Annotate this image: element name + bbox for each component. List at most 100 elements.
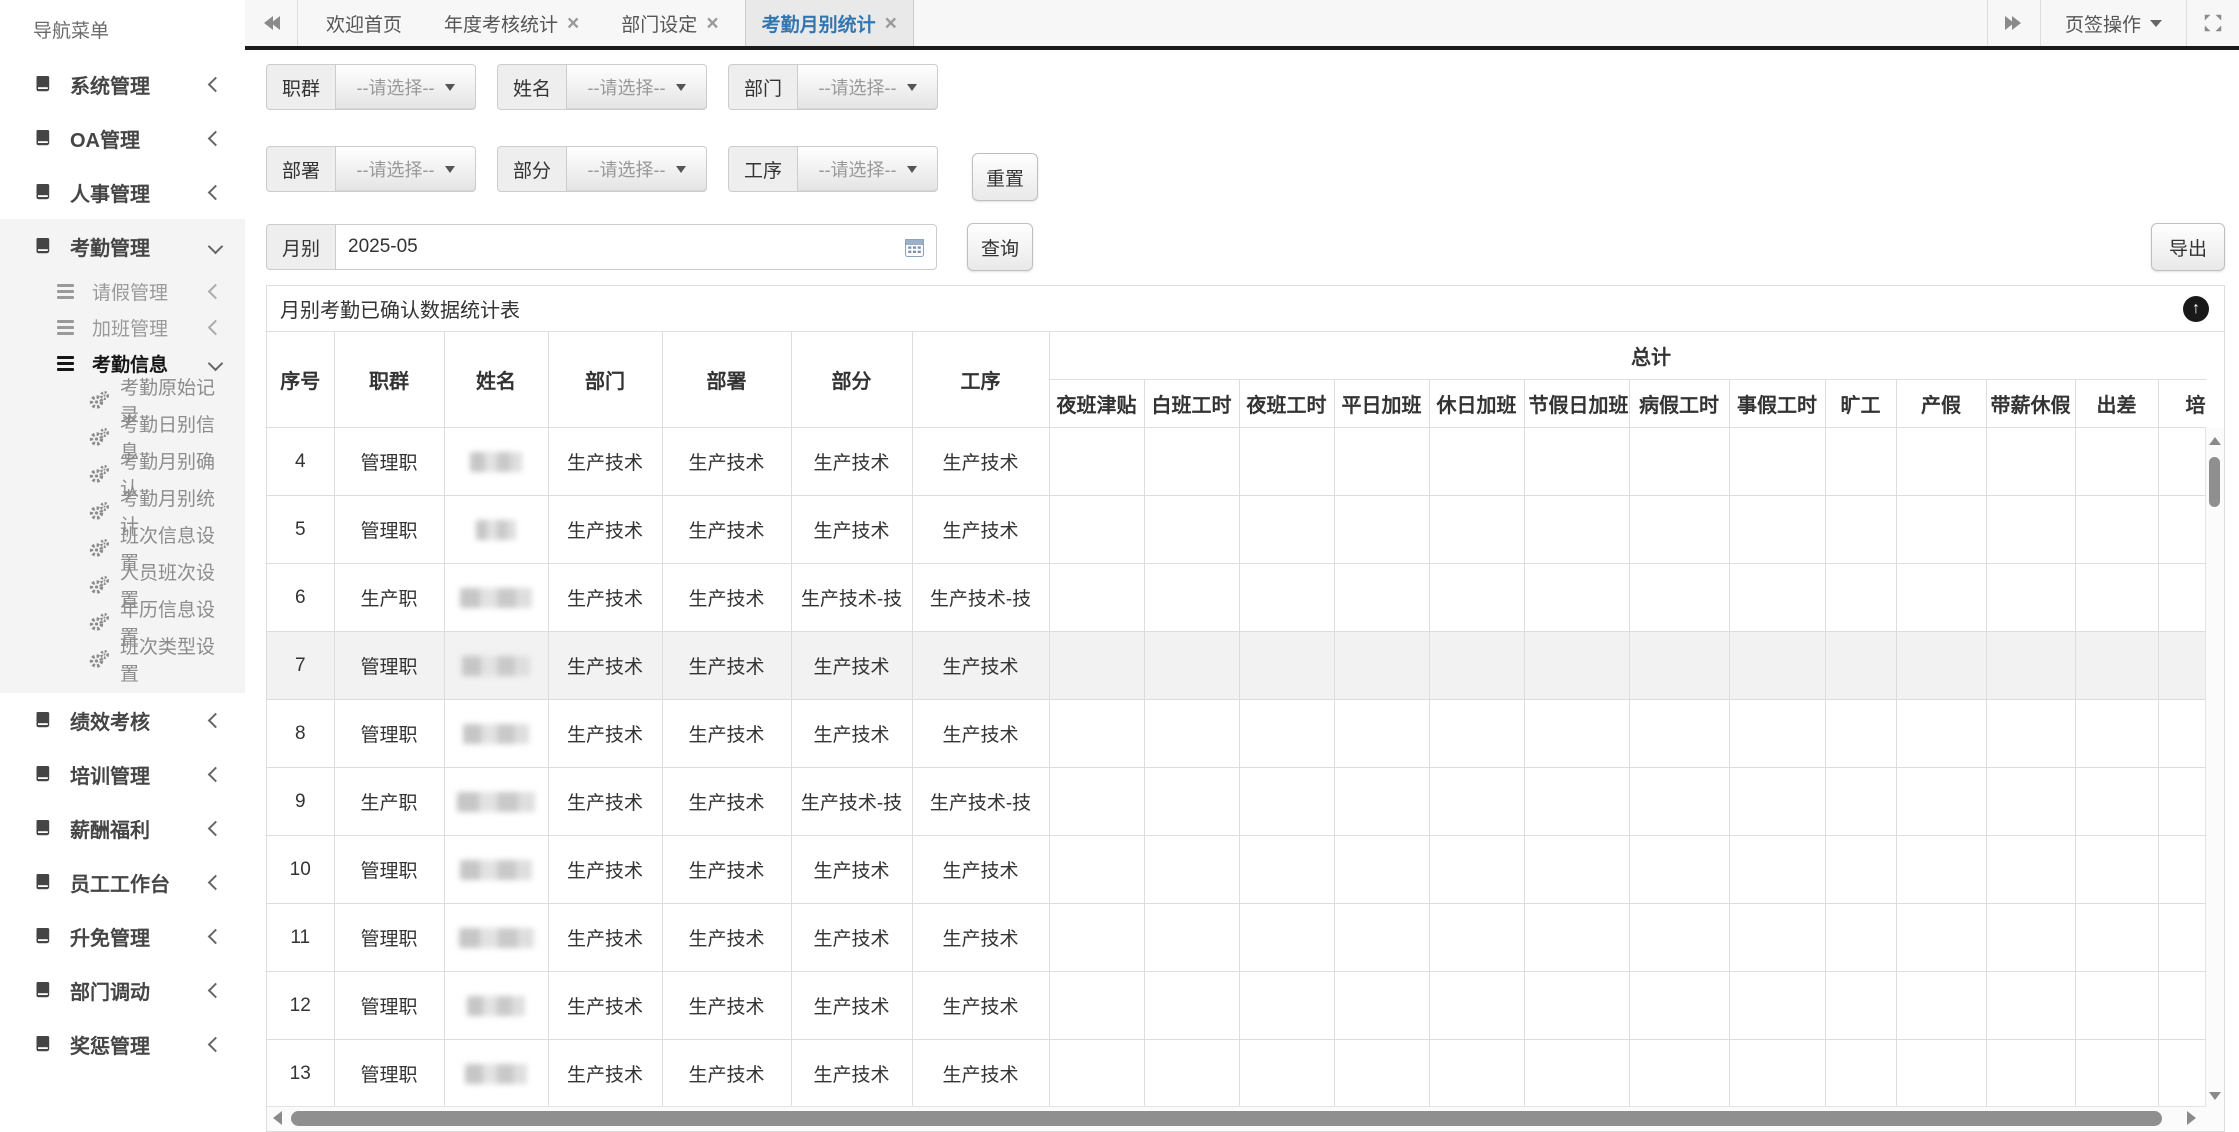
section-select[interactable]: --请选择-- <box>567 146 707 192</box>
name-select[interactable]: --请选择-- <box>567 64 707 110</box>
chevron-down-icon <box>445 166 455 173</box>
cell-value <box>1629 972 1729 1040</box>
cell-value <box>1144 1040 1239 1108</box>
sidebar-subitem-label: 加班管理 <box>92 314 168 341</box>
cell-dept: 生产技术 <box>548 836 662 904</box>
query-button[interactable]: 查询 <box>967 223 1033 271</box>
cell-value <box>1239 972 1334 1040</box>
table-row[interactable]: 8管理职生产技术生产技术生产技术生产技术 <box>267 700 2206 768</box>
tabs-scroll-right-button[interactable] <box>1987 0 2040 46</box>
sidebar-item[interactable]: OA管理 <box>0 111 245 165</box>
table-row[interactable]: 12管理职生产技术生产技术生产技术生产技术 <box>267 972 2206 1040</box>
table-row[interactable]: 6生产职生产技术生产技术生产技术-技生产技术-技 <box>267 564 2206 632</box>
tab-close-icon[interactable]: × <box>706 13 718 34</box>
book-icon <box>33 980 57 1000</box>
sidebar-leaf-item[interactable]: 班次类型设置 <box>0 640 245 677</box>
reset-button[interactable]: 重置 <box>972 153 1038 201</box>
fullscreen-button[interactable] <box>2186 0 2239 46</box>
cell-value <box>2158 700 2206 768</box>
sidebar-item[interactable]: 部门调动 <box>0 963 245 1017</box>
cell-value <box>1429 700 1524 768</box>
cell-name-redacted <box>444 564 548 632</box>
cell-value <box>1049 1040 1144 1108</box>
column-header: 工序 <box>912 332 1049 428</box>
cogs-icon <box>88 575 110 595</box>
tab-close-icon[interactable]: × <box>885 13 897 34</box>
horizontal-scrollbar[interactable] <box>267 1106 2206 1131</box>
sidebar-subitem[interactable]: 请假管理 <box>0 273 245 309</box>
scroll-left-arrow-icon[interactable] <box>273 1111 282 1125</box>
sidebar-item[interactable]: 培训管理 <box>0 747 245 801</box>
filter-group-deployment: 部署 --请选择-- <box>266 146 476 192</box>
table-row[interactable]: 7管理职生产技术生产技术生产技术生产技术 <box>267 632 2206 700</box>
cell-no: 5 <box>267 496 334 564</box>
cell-value <box>1825 972 1896 1040</box>
table-row[interactable]: 10管理职生产技术生产技术生产技术生产技术 <box>267 836 2206 904</box>
tab-active[interactable]: 考勤月别统计× <box>745 0 914 46</box>
chevron-down-icon <box>445 84 455 91</box>
sidebar-subitem[interactable]: 加班管理 <box>0 309 245 345</box>
tab-operations-dropdown[interactable]: 页签操作 <box>2040 0 2186 46</box>
tabs-scroll-left-button[interactable] <box>245 0 298 46</box>
sidebar-item[interactable]: 薪酬福利 <box>0 801 245 855</box>
sidebar-item[interactable]: 绩效考核 <box>0 693 245 747</box>
table-row[interactable]: 9生产职生产技术生产技术生产技术-技生产技术-技 <box>267 768 2206 836</box>
calendar-icon[interactable] <box>905 238 924 257</box>
sidebar-item[interactable]: 系统管理 <box>0 57 245 111</box>
cell-value <box>1144 904 1239 972</box>
cell-value <box>1049 496 1144 564</box>
sidebar-item[interactable]: 奖惩管理 <box>0 1017 245 1071</box>
chevron-left-icon <box>208 76 224 92</box>
process-select[interactable]: --请选择-- <box>798 146 938 192</box>
cell-value <box>1524 496 1629 564</box>
panel-title: 月别考勤已确认数据统计表 <box>280 294 520 323</box>
cogs-icon <box>88 427 110 447</box>
cell-dept: 生产技术 <box>548 428 662 496</box>
department-select[interactable]: --请选择-- <box>798 64 938 110</box>
scroll-up-arrow-icon[interactable] <box>2209 437 2221 445</box>
table-row[interactable]: 5管理职生产技术生产技术生产技术生产技术 <box>267 496 2206 564</box>
select-placeholder: --请选择-- <box>588 74 666 100</box>
cell-value <box>1144 564 1239 632</box>
cell-value <box>1334 1040 1429 1108</box>
cell-job-group: 管理职 <box>334 496 444 564</box>
sidebar-item[interactable]: 升免管理 <box>0 909 245 963</box>
cell-job-group: 管理职 <box>334 700 444 768</box>
select-placeholder: --请选择-- <box>819 156 897 182</box>
chevron-down-icon <box>907 84 917 91</box>
panel-header: 月别考勤已确认数据统计表 <box>267 286 2224 332</box>
cell-value <box>1986 700 2075 768</box>
cogs-icon <box>88 612 110 632</box>
month-input[interactable]: 2025-05 <box>336 224 937 270</box>
scroll-right-arrow-icon[interactable] <box>2187 1111 2196 1125</box>
cell-value <box>1729 564 1825 632</box>
job-group-label: 职群 <box>266 64 336 110</box>
sidebar-item[interactable]: 人事管理 <box>0 165 245 219</box>
tab[interactable]: 欢迎首页 <box>310 0 418 46</box>
job-group-select[interactable]: --请选择-- <box>336 64 476 110</box>
tab-close-icon[interactable]: × <box>567 13 579 34</box>
table-row[interactable]: 4管理职生产技术生产技术生产技术生产技术 <box>267 428 2206 496</box>
table-row[interactable]: 11管理职生产技术生产技术生产技术生产技术 <box>267 904 2206 972</box>
cell-value <box>1524 836 1629 904</box>
tab[interactable]: 部门设定× <box>605 0 734 46</box>
tab[interactable]: 年度考核统计× <box>428 0 595 46</box>
vertical-scrollbar-thumb[interactable] <box>2209 457 2220 507</box>
book-icon <box>33 926 57 946</box>
cell-value <box>1144 496 1239 564</box>
panel-collapse-button[interactable]: ↑ <box>2183 296 2209 322</box>
cell-division: 生产技术 <box>662 836 791 904</box>
scroll-down-arrow-icon[interactable] <box>2209 1092 2221 1100</box>
sidebar-item[interactable]: 员工工作台 <box>0 855 245 909</box>
cell-name-redacted <box>444 768 548 836</box>
filter-group-name: 姓名 --请选择-- <box>497 64 707 110</box>
sidebar-item[interactable]: 考勤管理 <box>0 219 245 273</box>
cell-value <box>2075 564 2158 632</box>
horizontal-scrollbar-thumb[interactable] <box>291 1111 2162 1126</box>
export-button[interactable]: 导出 <box>2151 223 2225 271</box>
table-row[interactable]: 13管理职生产技术生产技术生产技术生产技术 <box>267 1040 2206 1108</box>
cell-value <box>1629 496 1729 564</box>
sidebar-subitem-label: 请假管理 <box>92 278 168 305</box>
vertical-scrollbar[interactable] <box>2205 428 2224 1107</box>
deployment-select[interactable]: --请选择-- <box>336 146 476 192</box>
